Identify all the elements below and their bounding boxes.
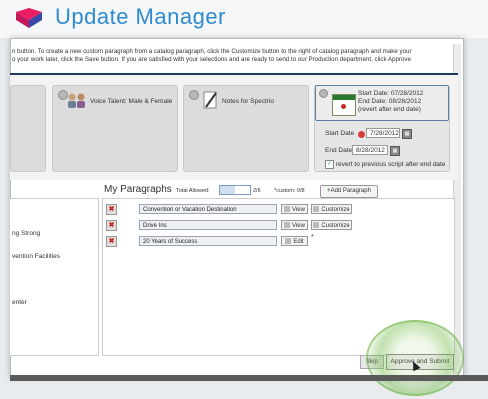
- taskbar: [10, 375, 488, 381]
- remove-paragraph-icon[interactable]: ✖: [106, 204, 117, 215]
- revert-checkbox[interactable]: ✓: [325, 160, 334, 169]
- customize-icon: [313, 222, 320, 229]
- instructions-line-2: o your work later, click the Save button…: [12, 56, 411, 63]
- instructions-text: n button. To create a new custom paragra…: [12, 48, 452, 64]
- customize-icon: [313, 206, 320, 213]
- add-paragraph-button[interactable]: +Add Paragraph: [320, 185, 378, 198]
- total-allowed-label: Total Allowed:: [176, 188, 210, 194]
- customize-label: Customize: [321, 223, 350, 229]
- paragraph-name-field[interactable]: 20 Years of Success: [139, 236, 277, 246]
- view-label: View: [292, 207, 305, 213]
- view-icon: [284, 222, 291, 229]
- edit-button[interactable]: Edit: [281, 236, 308, 246]
- schedule-summary[interactable]: Start Date: 07/28/2012 End Date: 08/28/2…: [315, 85, 449, 121]
- customize-button[interactable]: Customize: [311, 204, 352, 214]
- edit-icon: [285, 238, 292, 245]
- approve-submit-button[interactable]: Approve and Submit: [386, 354, 454, 370]
- pin-icon: [319, 89, 328, 98]
- customize-button[interactable]: Customize: [311, 220, 352, 230]
- revert-checkbox-row: ✓ revert to previous script after end dat…: [325, 160, 445, 169]
- app-logo-icon: [16, 8, 42, 28]
- paragraph-count: 2/6: [253, 188, 261, 194]
- people-icon: [68, 93, 85, 108]
- skip-button[interactable]: Skip: [360, 355, 384, 369]
- remove-paragraph-icon[interactable]: ✖: [106, 236, 117, 247]
- my-paragraphs-title: My Paragraphs: [104, 184, 172, 195]
- paragraph-name-field[interactable]: Convention or Vacation Destination: [139, 204, 277, 214]
- start-date-label: Start Date: [325, 130, 355, 137]
- app-title: Update Manager: [55, 4, 226, 29]
- app-header: Update Manager: [0, 0, 488, 38]
- paragraph-usage-bar: [219, 185, 251, 195]
- schedule-end-text: End Date: 08/28/2012: [358, 98, 422, 105]
- calendar-icon: [332, 94, 356, 116]
- custom-marker: *: [311, 234, 314, 241]
- start-date-picker-icon[interactable]: ▦: [402, 129, 412, 139]
- instructions-line-1: n button. To create a new custom paragra…: [12, 48, 412, 55]
- end-date-picker-icon[interactable]: ▦: [390, 146, 400, 156]
- revert-checkbox-label: revert to previous script after end date: [336, 161, 446, 169]
- paragraph-usage-fill: [220, 186, 235, 194]
- view-button[interactable]: View: [281, 204, 308, 214]
- schedule-revert-text: (revert after end date): [358, 106, 421, 113]
- pin-icon: [189, 90, 199, 100]
- view-button[interactable]: View: [281, 220, 308, 230]
- end-date-field[interactable]: 8/28/2012: [352, 145, 388, 155]
- clear-start-date-icon[interactable]: [358, 131, 365, 138]
- view-label: View: [292, 223, 305, 229]
- remove-paragraph-icon[interactable]: ✖: [106, 220, 117, 231]
- edit-label: Edit: [293, 239, 304, 245]
- custom-count: *custom: 0/8: [274, 188, 305, 194]
- pencil-icon: [203, 91, 217, 109]
- partial-tile-left[interactable]: [10, 85, 46, 172]
- catalog-list-panel: [10, 198, 99, 356]
- paragraph-name-field[interactable]: Drive Ins: [139, 220, 277, 230]
- notes-label: Notes for Spectrio: [222, 98, 275, 105]
- voice-talent-label: Voice Talent: Male & Female: [90, 98, 173, 105]
- schedule-summary-text: Start Date: 07/28/2012 End Date: 08/28/2…: [358, 90, 423, 114]
- add-paragraph-label: Add Paragraph: [330, 188, 371, 194]
- customize-label: Customize: [321, 207, 350, 213]
- schedule-start-text: Start Date: 07/28/2012: [358, 90, 424, 97]
- start-date-field[interactable]: 7/28/2012: [366, 128, 400, 138]
- catalog-item[interactable]: vention Facilities: [12, 253, 60, 260]
- catalog-item[interactable]: enter: [12, 299, 27, 306]
- view-icon: [284, 206, 291, 213]
- catalog-item[interactable]: ng Strong: [12, 230, 40, 237]
- end-date-label: End Date: [325, 147, 353, 154]
